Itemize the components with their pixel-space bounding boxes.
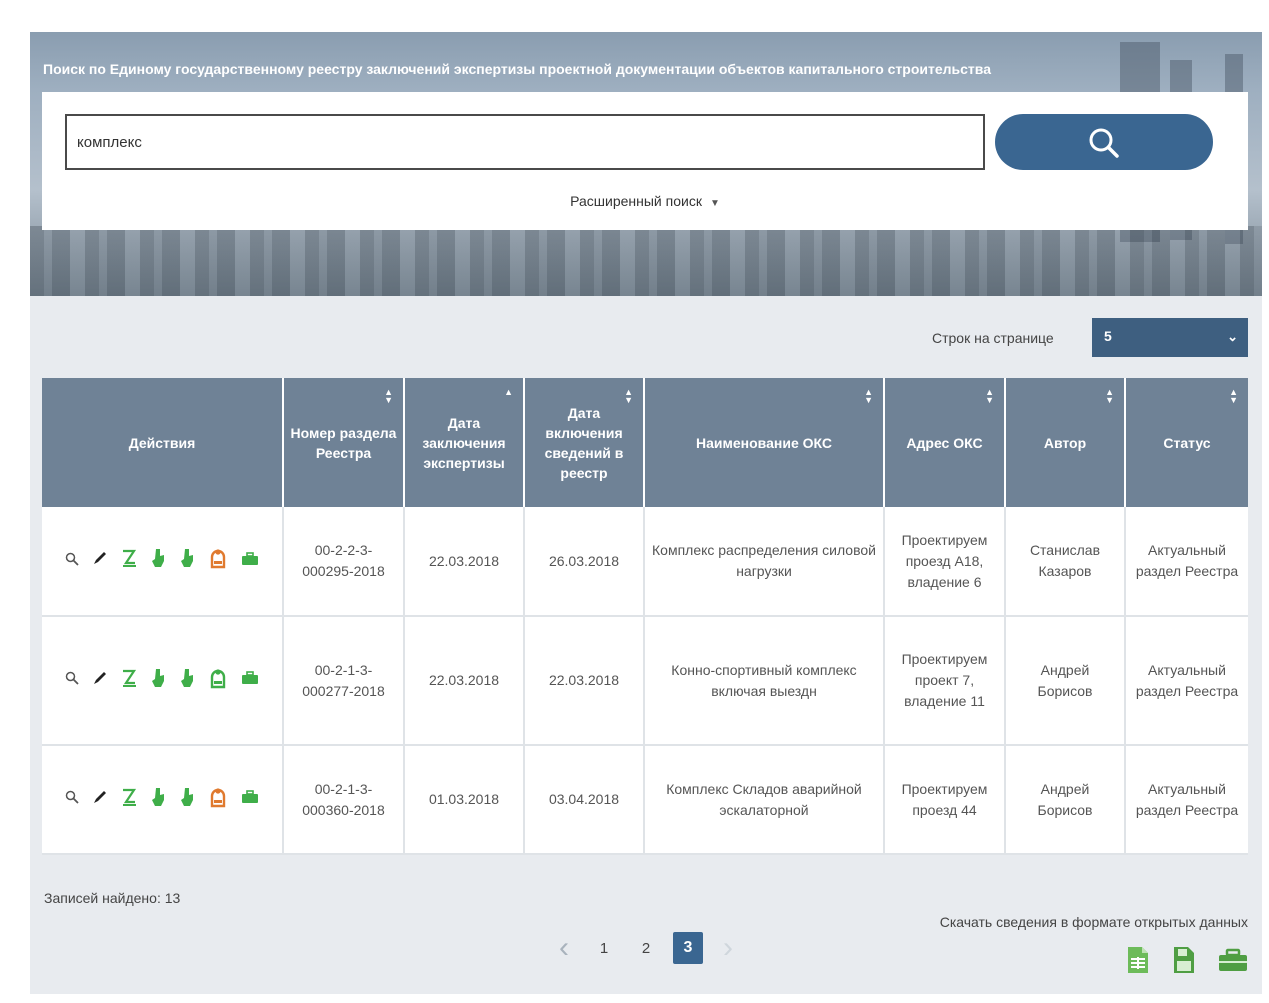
- cell-status: Актуальный раздел Реестра: [1125, 745, 1248, 855]
- approve-icon[interactable]: [150, 786, 166, 814]
- csv-file-icon[interactable]: [1126, 946, 1150, 974]
- cell-number: 00-2-2-3-000295-2018: [283, 507, 405, 617]
- cell-inclusion-date: 03.04.2018: [524, 745, 645, 855]
- edit-icon[interactable]: [92, 550, 108, 572]
- view-icon[interactable]: [65, 551, 79, 572]
- table-row: 00-2-1-3-000277-2018 22.03.2018 22.03.2018…: [42, 616, 1248, 746]
- page-link-current[interactable]: 3: [673, 932, 703, 964]
- document-icon[interactable]: [121, 548, 137, 574]
- cell-actions: [42, 616, 284, 746]
- hero-banner: Поиск по Единому государственному реестр…: [30, 32, 1262, 296]
- sort-icon[interactable]: ▲ ▼: [864, 388, 873, 405]
- cell-name: Комплекс распределения силовой нагрузки: [644, 507, 885, 617]
- advanced-search-label: Расширенный поиск: [570, 193, 702, 209]
- cell-inclusion-date: 22.03.2018: [524, 616, 645, 746]
- briefcase-icon[interactable]: [241, 551, 259, 572]
- cell-inclusion-date: 26.03.2018: [524, 507, 645, 617]
- search-icon: [1089, 128, 1119, 158]
- table-row: 00-2-1-3-000360-2018 01.03.2018 03.04.2018…: [42, 745, 1248, 855]
- cell-address: Проектируем проезд А18, владение 6: [884, 507, 1006, 617]
- cell-number: 00-2-1-3-000277-2018: [283, 616, 405, 746]
- prev-page-icon[interactable]: ‹: [545, 931, 583, 965]
- row-actions: [48, 667, 276, 695]
- download-open-data-label: Скачать сведения в формате открытых данн…: [939, 914, 1248, 930]
- rows-per-page-value: 5: [1104, 328, 1112, 344]
- briefcase-icon[interactable]: [241, 789, 259, 810]
- cell-number: 00-2-1-3-000360-2018: [283, 745, 405, 855]
- page-link-1[interactable]: 1: [583, 940, 625, 957]
- download-icons: [1126, 946, 1248, 974]
- table-header-row: Действия Номер раздела Реестра ▲ ▼ Дата за…: [42, 378, 1248, 507]
- sort-icon[interactable]: ▲ ▼: [1105, 388, 1114, 405]
- column-header-name[interactable]: Наименование ОКС ▲ ▼: [644, 378, 885, 507]
- archive-icon[interactable]: [1218, 946, 1248, 974]
- sort-asc-icon[interactable]: ▲: [504, 388, 513, 397]
- expert-badge-icon[interactable]: [208, 667, 228, 695]
- records-found-count: Записей найдено: 13: [44, 890, 181, 906]
- column-header-number[interactable]: Номер раздела Реестра ▲ ▼: [283, 378, 405, 507]
- chevron-down-icon: ⌄: [1227, 329, 1238, 344]
- sort-icon[interactable]: ▲ ▼: [1229, 388, 1238, 405]
- cell-address: Проектируем проект 7, владение 11: [884, 616, 1006, 746]
- briefcase-icon[interactable]: [241, 670, 259, 691]
- cell-author: Андрей Борисов: [1005, 745, 1126, 855]
- table-row: 00-2-2-3-000295-2018 22.03.2018 26.03.2018…: [42, 507, 1248, 617]
- approve-alt-icon[interactable]: [179, 667, 195, 695]
- cell-author: Станислав Казаров: [1005, 507, 1126, 617]
- column-header-author[interactable]: Автор ▲ ▼: [1005, 378, 1126, 507]
- cell-author: Андрей Борисов: [1005, 616, 1126, 746]
- column-header-status[interactable]: Статус ▲ ▼: [1125, 378, 1248, 507]
- approve-icon[interactable]: [150, 667, 166, 695]
- search-input[interactable]: [65, 114, 985, 170]
- cell-status: Актуальный раздел Реестра: [1125, 616, 1248, 746]
- cell-address: Проектируем проезд 44: [884, 745, 1006, 855]
- row-actions: [48, 547, 276, 575]
- cell-conclusion-date: 22.03.2018: [404, 507, 525, 617]
- advanced-search-toggle[interactable]: Расширенный поиск ▼: [42, 193, 1248, 209]
- approve-icon[interactable]: [150, 547, 166, 575]
- next-page-icon[interactable]: ›: [709, 931, 747, 965]
- edit-icon[interactable]: [92, 789, 108, 811]
- sort-icon[interactable]: ▲ ▼: [384, 388, 393, 405]
- rows-per-page-select[interactable]: 5 ⌄: [1092, 318, 1248, 357]
- approve-alt-icon[interactable]: [179, 786, 195, 814]
- view-icon[interactable]: [65, 789, 79, 810]
- page-link-2[interactable]: 2: [625, 940, 667, 957]
- cell-name: Конно-спортивный комплекс включая выездн: [644, 616, 885, 746]
- document-icon[interactable]: [121, 668, 137, 694]
- row-actions: [48, 786, 276, 814]
- cell-name: Комплекс Складов аварийной эскалаторной: [644, 745, 885, 855]
- column-header-inclusion-date[interactable]: Дата включения сведений в реестр ▲ ▼: [524, 378, 645, 507]
- expert-badge-icon[interactable]: [208, 786, 228, 814]
- registry-search-page: Поиск по Единому государственному реестр…: [30, 32, 1262, 994]
- expert-badge-icon[interactable]: [208, 547, 228, 575]
- hero-title: Поиск по Единому государственному реестр…: [43, 61, 991, 77]
- search-panel: Расширенный поиск ▼: [42, 92, 1248, 230]
- save-file-icon[interactable]: [1172, 946, 1196, 974]
- column-header-actions: Действия: [42, 378, 284, 507]
- cell-conclusion-date: 22.03.2018: [404, 616, 525, 746]
- document-icon[interactable]: [121, 787, 137, 813]
- chevron-down-icon: ▼: [709, 198, 720, 209]
- results-table: Действия Номер раздела Реестра ▲ ▼ Дата за…: [42, 378, 1248, 855]
- rows-per-page-label: Строк на странице: [932, 330, 1054, 346]
- sort-icon[interactable]: ▲ ▼: [624, 388, 633, 405]
- cell-actions: [42, 745, 284, 855]
- column-header-conclusion-date[interactable]: Дата заключения экспертизы ▲: [404, 378, 525, 507]
- edit-icon[interactable]: [92, 670, 108, 692]
- pagination: ‹ 1 2 3 ›: [545, 930, 747, 966]
- approve-alt-icon[interactable]: [179, 547, 195, 575]
- sort-icon[interactable]: ▲ ▼: [985, 388, 994, 405]
- view-icon[interactable]: [65, 670, 79, 691]
- column-header-address[interactable]: Адрес ОКС ▲ ▼: [884, 378, 1006, 507]
- search-button[interactable]: [995, 114, 1213, 170]
- cell-status: Актуальный раздел Реестра: [1125, 507, 1248, 617]
- cell-conclusion-date: 01.03.2018: [404, 745, 525, 855]
- cell-actions: [42, 507, 284, 617]
